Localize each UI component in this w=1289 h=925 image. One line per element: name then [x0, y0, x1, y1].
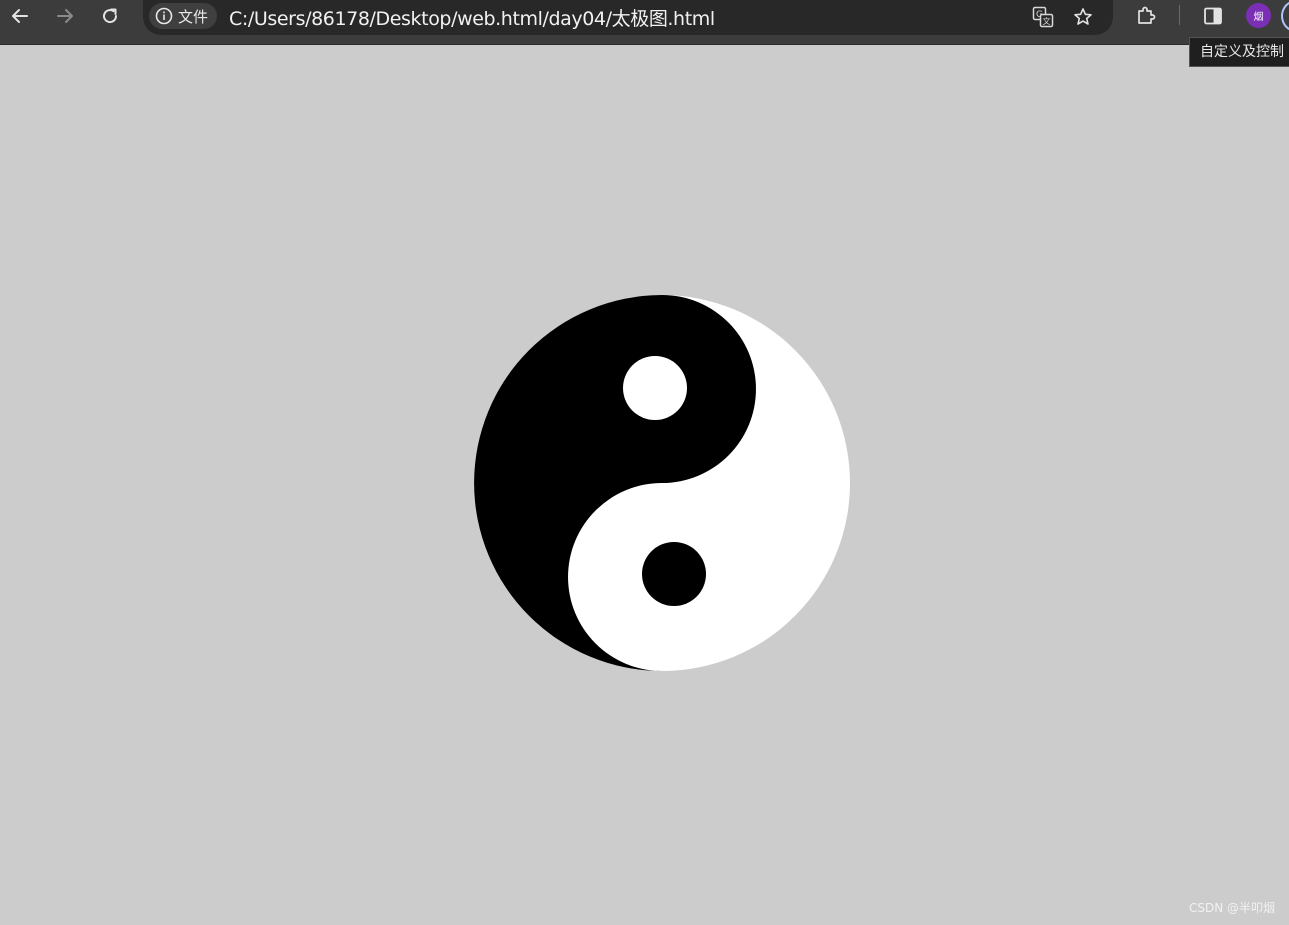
forward-arrow-icon — [57, 9, 73, 23]
address-bar[interactable]: 文件 C:/Users/86178/Desktop/web.html/day04… — [143, 0, 1113, 35]
side-panel-icon — [1204, 7, 1222, 25]
customize-tooltip: 自定义及控制 — [1189, 37, 1289, 67]
info-icon — [155, 7, 173, 25]
profile-initial: 烟 — [1253, 12, 1264, 23]
taiji-yin-dot — [642, 542, 706, 606]
translate-button[interactable]: G 文 — [1030, 4, 1056, 30]
svg-text:文: 文 — [1043, 16, 1051, 26]
forward-button[interactable] — [47, 0, 83, 32]
taiji-yang-dot — [623, 356, 687, 420]
translate-icon: G 文 — [1032, 6, 1054, 28]
url-text[interactable]: C:/Users/86178/Desktop/web.html/day04/太极… — [229, 4, 715, 31]
back-arrow-icon — [12, 9, 28, 23]
side-panel-button[interactable] — [1195, 0, 1231, 32]
bookmark-button[interactable] — [1070, 4, 1096, 30]
star-icon — [1074, 8, 1092, 25]
puzzle-icon — [1138, 6, 1156, 24]
watermark-text: CSDN @半叩烟 — [1188, 901, 1275, 915]
extensions-button[interactable] — [1128, 0, 1164, 32]
taiji-yin-yang — [474, 295, 850, 671]
file-chip-label: 文件 — [178, 7, 209, 26]
reload-icon — [103, 8, 118, 24]
toolbar-separator — [1179, 5, 1180, 25]
site-info-chip[interactable]: 文件 — [149, 3, 218, 29]
reload-button[interactable] — [92, 0, 128, 32]
customize-menu-button[interactable] — [1281, 0, 1289, 32]
back-button[interactable] — [2, 0, 38, 32]
browser-toolbar: 文件 C:/Users/86178/Desktop/web.html/day04… — [0, 0, 1289, 45]
profile-avatar[interactable]: 烟 — [1246, 3, 1271, 28]
